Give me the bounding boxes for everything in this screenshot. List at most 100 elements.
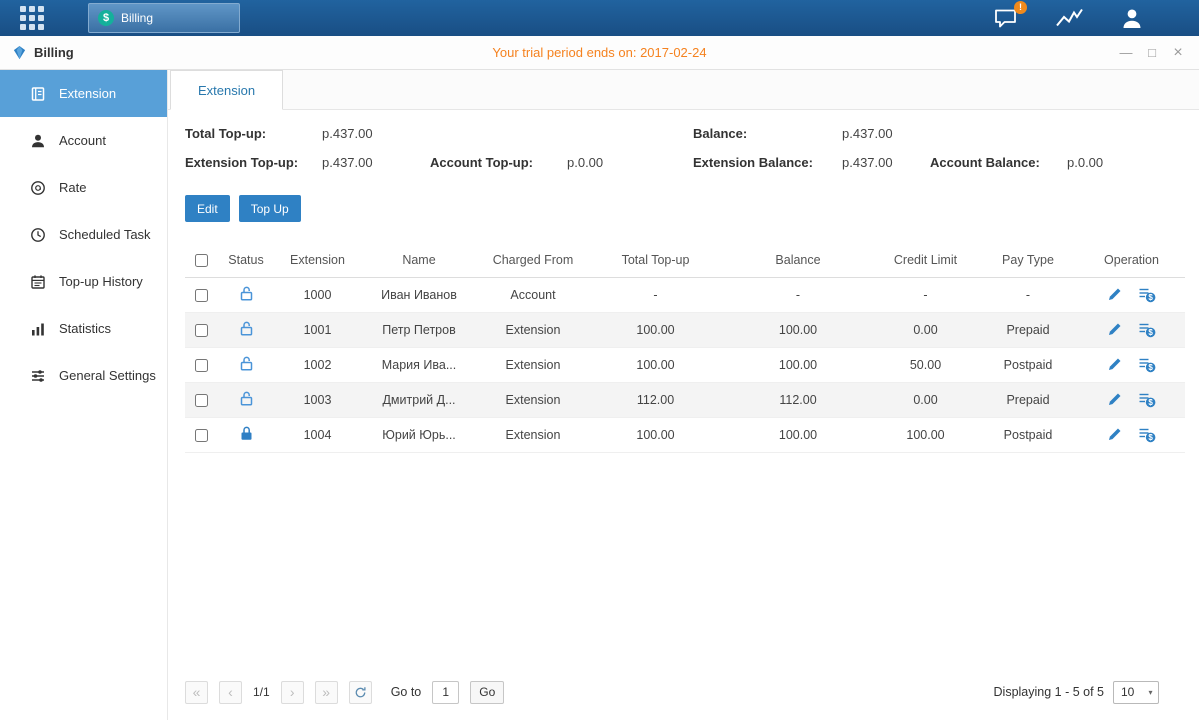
- extension-cell: 1003: [275, 382, 360, 417]
- sidebar-item-label: Rate: [59, 180, 86, 195]
- name-cell: Петр Петров: [360, 312, 478, 347]
- column-header-charged-from: Charged From: [478, 244, 588, 277]
- top-up-row-icon[interactable]: $: [1138, 357, 1156, 373]
- top-up-button[interactable]: Top Up: [239, 195, 301, 222]
- edit-row-icon[interactable]: [1107, 357, 1122, 372]
- select-all-header: [185, 244, 217, 277]
- row-checkbox[interactable]: [195, 359, 208, 372]
- select-all-checkbox[interactable]: [195, 254, 208, 267]
- operation-cell: $: [1078, 347, 1185, 382]
- table-row[interactable]: 1002 Мария Ива... Extension 100.00 100.0…: [185, 347, 1185, 382]
- maximize-icon[interactable]: □: [1145, 46, 1159, 59]
- apps-grid-icon[interactable]: [20, 6, 44, 30]
- statistics-chart-icon[interactable]: [1056, 8, 1083, 28]
- total-topup-cell: 100.00: [588, 347, 723, 382]
- row-checkbox[interactable]: [195, 289, 208, 302]
- prev-page-icon[interactable]: ‹: [219, 681, 242, 704]
- extension-cell: 1004: [275, 417, 360, 452]
- edit-button[interactable]: Edit: [185, 195, 230, 222]
- trial-notice: Your trial period ends on: 2017-02-24: [0, 45, 1199, 60]
- sidebar-item-general-settings[interactable]: General Settings: [0, 352, 167, 399]
- column-header-status: Status: [217, 244, 275, 277]
- unlocked-icon: [240, 321, 253, 336]
- extension-book-icon: [30, 86, 46, 102]
- tab-extension[interactable]: Extension: [170, 70, 283, 110]
- name-cell: Иван Иванов: [360, 277, 478, 312]
- total-topup-field: Total Top-up: p.437.00: [185, 126, 430, 144]
- checkbox-cell: [185, 417, 217, 452]
- sidebar-item-rate[interactable]: Rate: [0, 164, 167, 211]
- go-button[interactable]: Go: [470, 681, 504, 704]
- sidebar-item-statistics[interactable]: Statistics: [0, 305, 167, 352]
- top-up-row-icon[interactable]: $: [1138, 287, 1156, 303]
- next-page-icon[interactable]: ›: [281, 681, 304, 704]
- sidebar-item-scheduled-task[interactable]: Scheduled Task: [0, 211, 167, 258]
- messages-icon[interactable]: !: [994, 8, 1019, 29]
- extension-balance-label: Extension Balance:: [693, 155, 830, 170]
- action-buttons: Edit Top Up: [185, 195, 1185, 222]
- pay-type-cell: Postpaid: [978, 347, 1078, 382]
- table-row[interactable]: 1000 Иван Иванов Account - - - - $: [185, 277, 1185, 312]
- total-topup-cell: -: [588, 277, 723, 312]
- pay-type-cell: Prepaid: [978, 382, 1078, 417]
- sidebar-item-label: Statistics: [59, 321, 111, 336]
- account-balance-label: Account Balance:: [930, 155, 1055, 170]
- row-checkbox[interactable]: [195, 324, 208, 337]
- extension-topup-label: Extension Top-up:: [185, 155, 310, 170]
- charged-from-cell: Extension: [478, 417, 588, 452]
- rate-icon: [30, 180, 46, 196]
- sidebar-item-label: Top-up History: [59, 274, 143, 289]
- page-size-select[interactable]: 10 ▾: [1113, 681, 1159, 704]
- edit-row-icon[interactable]: [1107, 287, 1122, 302]
- displaying-info: Displaying 1 - 5 of 5: [994, 685, 1104, 699]
- table-row[interactable]: 1003 Дмитрий Д... Extension 112.00 112.0…: [185, 382, 1185, 417]
- extension-topup-value: p.437.00: [322, 155, 373, 170]
- balance-cell: 100.00: [723, 347, 873, 382]
- close-icon[interactable]: ×: [1171, 45, 1185, 61]
- total-topup-value: p.437.00: [322, 126, 373, 141]
- chevron-down-icon: ▾: [1143, 688, 1158, 697]
- table-row[interactable]: 1001 Петр Петров Extension 100.00 100.00…: [185, 312, 1185, 347]
- sidebar-item-account[interactable]: Account: [0, 117, 167, 164]
- balance-cell: -: [723, 277, 873, 312]
- last-page-icon[interactable]: »: [315, 681, 338, 704]
- sidebar-item-extension[interactable]: Extension: [0, 70, 167, 117]
- balance-cell: 100.00: [723, 312, 873, 347]
- edit-row-icon[interactable]: [1107, 392, 1122, 407]
- extension-content: Total Top-up: p.437.00 Balance: p.437.00…: [168, 110, 1199, 674]
- operation-cell: $: [1078, 277, 1185, 312]
- taskbar-tab-billing[interactable]: $ Billing: [88, 3, 240, 33]
- user-account-icon[interactable]: [1120, 7, 1144, 30]
- main-panel: Extension Total Top-up: p.437.00 Balance…: [168, 70, 1199, 720]
- credit-limit-cell: 50.00: [873, 347, 978, 382]
- account-topup-label: Account Top-up:: [430, 155, 555, 170]
- svg-text:$: $: [1148, 328, 1153, 337]
- window-app-title: Billing: [12, 45, 74, 60]
- column-header-operation: Operation: [1078, 244, 1185, 277]
- charged-from-cell: Account: [478, 277, 588, 312]
- system-topbar: $ Billing !: [0, 0, 1199, 36]
- balance-cell: 100.00: [723, 417, 873, 452]
- sidebar: Extension Account Rate Scheduled Task To…: [0, 70, 168, 720]
- top-up-row-icon[interactable]: $: [1138, 427, 1156, 443]
- row-checkbox[interactable]: [195, 394, 208, 407]
- billing-app-icon: [12, 45, 27, 60]
- top-up-row-icon[interactable]: $: [1138, 322, 1156, 338]
- status-cell: [217, 277, 275, 312]
- credit-limit-cell: 0.00: [873, 312, 978, 347]
- table-row[interactable]: 1004 Юрий Юрь... Extension 100.00 100.00…: [185, 417, 1185, 452]
- edit-row-icon[interactable]: [1107, 322, 1122, 337]
- minimize-icon[interactable]: —: [1119, 46, 1133, 59]
- goto-page-input[interactable]: [432, 681, 459, 704]
- row-checkbox[interactable]: [195, 429, 208, 442]
- person-icon: [30, 133, 46, 149]
- top-up-row-icon[interactable]: $: [1138, 392, 1156, 408]
- refresh-icon[interactable]: [349, 681, 372, 704]
- extension-balance-field: Extension Balance: p.437.00: [693, 155, 930, 173]
- first-page-icon[interactable]: «: [185, 681, 208, 704]
- sidebar-item-label: Account: [59, 133, 106, 148]
- tab-bar: Extension: [168, 70, 1199, 110]
- sidebar-item-topup-history[interactable]: Top-up History: [0, 258, 167, 305]
- checkbox-cell: [185, 277, 217, 312]
- edit-row-icon[interactable]: [1107, 427, 1122, 442]
